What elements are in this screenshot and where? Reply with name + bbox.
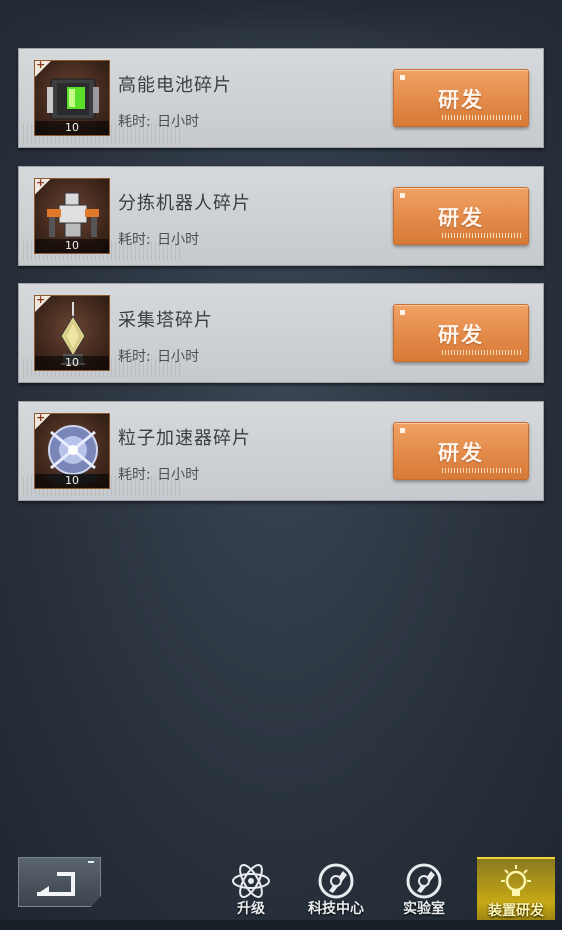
- button-decoration: [442, 350, 522, 355]
- tab-device-research[interactable]: 装置研发: [477, 857, 555, 921]
- lab-emblem-icon: [406, 863, 442, 899]
- tab-upgrade-label: 升级: [237, 901, 265, 917]
- research-button-label: 研发: [438, 440, 484, 465]
- item-thumbnail[interactable]: + 10: [34, 412, 110, 489]
- tab-lab-label: 实验室: [403, 901, 445, 917]
- research-card: + 10 粒子加速器碎片 耗时: 日小时 研发: [18, 400, 544, 501]
- item-count: 10: [35, 473, 109, 488]
- item-count: 10: [35, 356, 109, 370]
- tab-upgrade[interactable]: 升级: [212, 857, 290, 919]
- tab-lab[interactable]: 实验室: [385, 857, 463, 919]
- item-name: 分拣机器人碎片: [118, 192, 251, 214]
- time-label: 耗时:: [118, 114, 151, 130]
- item-thumbnail[interactable]: + 10: [34, 295, 110, 371]
- item-thumbnail[interactable]: + 10: [34, 177, 110, 254]
- research-button[interactable]: 研发: [393, 421, 529, 480]
- tab-tech-center-label: 科技中心: [308, 901, 364, 917]
- bottom-bar: [0, 920, 562, 930]
- item-count: 10: [35, 121, 109, 135]
- research-card: + 10 采集塔碎片 耗时: 日小时 研发: [18, 283, 544, 383]
- item-time: 耗时: 日小时: [118, 111, 199, 131]
- research-button[interactable]: 研发: [393, 304, 529, 362]
- time-value: 日小时: [157, 231, 200, 248]
- item-count: 10: [35, 238, 109, 253]
- button-decoration: [442, 232, 522, 238]
- research-button-label: 研发: [438, 88, 484, 112]
- time-value: 日小时: [157, 349, 200, 365]
- button-decoration: [442, 115, 522, 120]
- tech-emblem-icon: [318, 863, 354, 899]
- lightbulb-icon: [501, 865, 531, 896]
- atom-icon: [232, 864, 270, 898]
- research-card: + 10 高能电池碎片 耗时: 日小时 研发: [18, 48, 544, 148]
- item-time: 耗时: 日小时: [118, 464, 199, 484]
- research-button[interactable]: 研发: [393, 186, 529, 245]
- time-value: 日小时: [157, 114, 200, 130]
- item-name: 采集塔碎片: [118, 310, 213, 331]
- time-label: 耗时:: [118, 349, 151, 365]
- button-corner-mark: [400, 192, 405, 198]
- item-name: 高能电池碎片: [118, 75, 232, 96]
- research-button-label: 研发: [438, 323, 484, 347]
- time-value: 日小时: [157, 466, 200, 483]
- back-button[interactable]: [18, 857, 101, 907]
- button-corner-mark: [400, 310, 405, 315]
- button-corner-mark: [400, 75, 405, 80]
- tab-device-research-label: 装置研发: [488, 903, 544, 919]
- back-button-mark: [88, 861, 94, 863]
- time-label: 耗时:: [118, 466, 151, 483]
- item-thumbnail[interactable]: + 10: [34, 60, 110, 136]
- research-button[interactable]: 研发: [393, 69, 529, 127]
- item-time: 耗时: 日小时: [118, 229, 199, 249]
- research-list: + 10 高能电池碎片 耗时: 日小时 研发 + 10 分拣机器人碎片 耗时: …: [18, 48, 544, 518]
- item-name: 粒子加速器碎片: [118, 427, 251, 449]
- button-corner-mark: [400, 427, 405, 433]
- time-label: 耗时:: [118, 231, 151, 248]
- item-time: 耗时: 日小时: [118, 346, 199, 366]
- tab-tech-center[interactable]: 科技中心: [297, 857, 375, 919]
- back-arrow-icon: [37, 872, 75, 896]
- button-decoration: [442, 467, 522, 473]
- research-button-label: 研发: [438, 205, 484, 230]
- top-shade: [0, 0, 562, 40]
- research-card: + 10 分拣机器人碎片 耗时: 日小时 研发: [18, 165, 544, 266]
